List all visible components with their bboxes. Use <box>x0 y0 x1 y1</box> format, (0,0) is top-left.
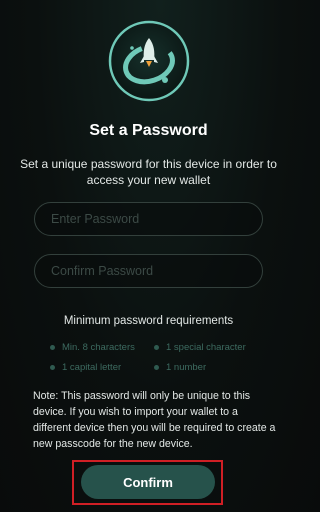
requirement-special-character: 1 special character <box>154 342 246 353</box>
requirements-title: Minimum password requirements <box>63 315 234 327</box>
confirm-button[interactable]: Confirm <box>81 465 215 499</box>
requirement-status-icon <box>154 365 159 370</box>
requirement-label: 1 number <box>166 362 207 373</box>
requirement-number: 1 number <box>154 362 206 373</box>
password-note: Note: This password will only be unique … <box>33 390 276 450</box>
requirement-status-icon <box>50 365 55 370</box>
requirement-min-length: Min. 8 characters <box>50 342 135 353</box>
confirm-password-input[interactable] <box>34 254 263 288</box>
requirement-label: Min. 8 characters <box>62 342 135 353</box>
safepal-rocket-logo-icon <box>108 20 190 102</box>
requirement-capital-letter: 1 capital letter <box>50 362 121 373</box>
requirement-label: 1 capital letter <box>62 362 122 373</box>
page-subtitle: Set a unique password for this device in… <box>20 157 277 187</box>
requirement-status-icon <box>50 345 55 350</box>
requirement-status-icon <box>154 345 159 350</box>
page-title: Set a Password <box>89 122 208 139</box>
requirement-label: 1 special character <box>166 342 246 353</box>
password-input[interactable] <box>34 202 263 236</box>
